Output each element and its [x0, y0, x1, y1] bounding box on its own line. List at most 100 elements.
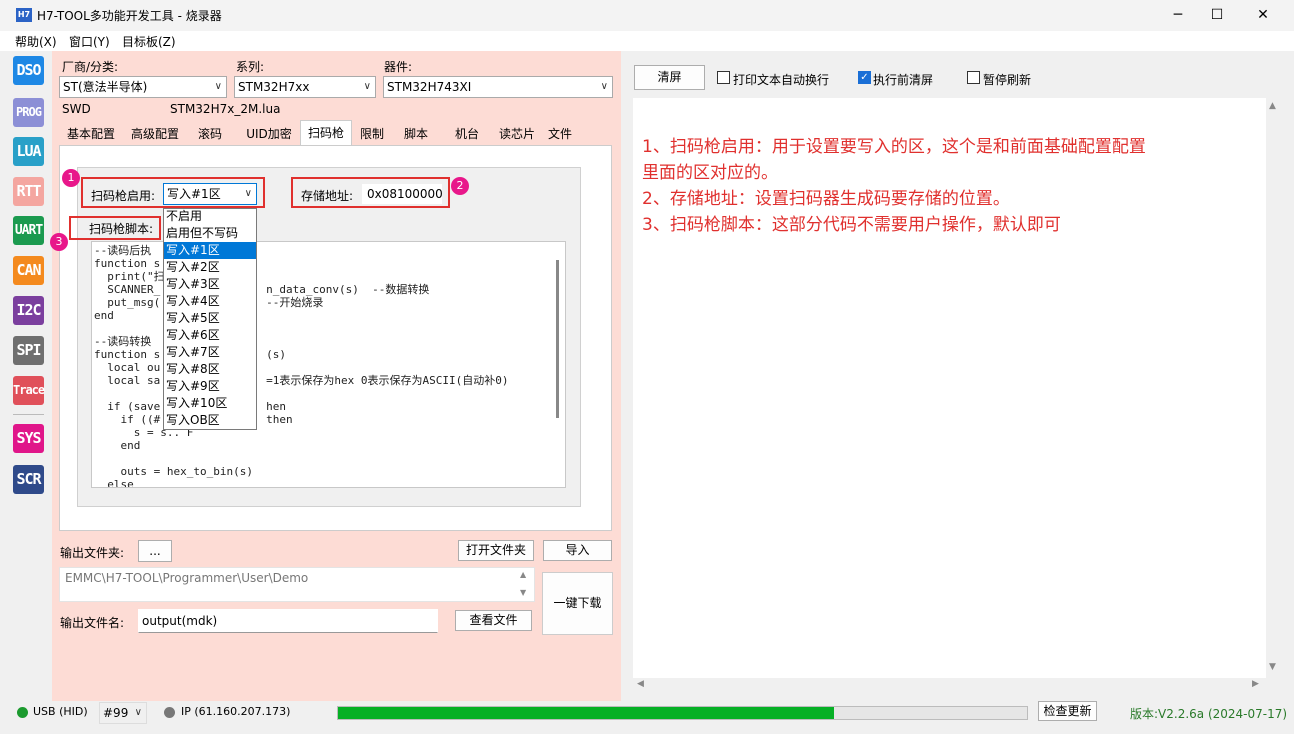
sidebar-dso-button[interactable]: DSO: [13, 56, 44, 85]
tab-basic-config[interactable]: 基本配置: [60, 123, 122, 145]
sidebar-divider: [13, 414, 44, 415]
tab-rolling-code[interactable]: 滚码: [189, 123, 231, 145]
log-vertical-scrollbar[interactable]: [1268, 98, 1286, 678]
dropdown-option[interactable]: 写入#3区: [164, 276, 256, 293]
badge-3: 3: [50, 233, 68, 251]
pause-refresh-checkbox[interactable]: [967, 71, 980, 84]
dropdown-option-selected[interactable]: 写入#1区: [164, 242, 256, 259]
script-scrollbar[interactable]: [556, 260, 559, 418]
chevron-down-icon: ∨: [244, 188, 252, 199]
chevron-down-icon: ∨: [363, 81, 371, 92]
sidebar-dso-label: DSO: [16, 61, 41, 79]
log-horizontal-scrollbar[interactable]: [633, 678, 1266, 694]
chevron-down-icon: ∨: [214, 81, 222, 92]
menu-window[interactable]: 窗口(Y): [69, 33, 110, 50]
scanner-enable-select[interactable]: 写入#1区 ∨: [163, 183, 257, 205]
port-select[interactable]: #99 ∨: [99, 702, 147, 724]
scroll-down-icon[interactable]: ▼: [520, 588, 526, 597]
sidebar-rtt-button[interactable]: RTT: [13, 177, 44, 206]
storage-address-label: 存储地址:: [301, 189, 354, 203]
sidebar-spi-button[interactable]: SPI: [13, 336, 44, 365]
sidebar-i2c-button[interactable]: I2C: [13, 296, 44, 325]
sidebar-sys-button[interactable]: SYS: [13, 424, 44, 453]
view-file-button[interactable]: 查看文件: [455, 610, 532, 631]
chevron-down-icon: ∨: [600, 81, 608, 92]
sidebar-uart-label: UART: [14, 223, 43, 238]
sidebar-prog-button[interactable]: PROG: [13, 98, 44, 127]
sidebar-lua-button[interactable]: LUA: [13, 137, 44, 166]
tab-script[interactable]: 脚本: [396, 123, 436, 145]
sidebar-scr-label: SCR: [16, 470, 41, 488]
sidebar-uart-button[interactable]: UART: [13, 216, 44, 245]
scroll-right-icon[interactable]: ▶: [1252, 679, 1259, 689]
dropdown-option[interactable]: 写入OB区: [164, 412, 256, 429]
note-line: 1、扫码枪启用：用于设置要写入的区，这个是和前面基础配置配置: [642, 137, 1146, 157]
close-button[interactable]: ✕: [1240, 0, 1286, 31]
tab-file[interactable]: 文件: [542, 123, 578, 145]
import-button[interactable]: 导入: [543, 540, 612, 561]
progress-fill: [338, 707, 834, 719]
auto-wrap-label: 打印文本自动换行: [733, 73, 830, 87]
port-value: #99: [103, 706, 129, 720]
dropdown-option[interactable]: 启用但不写码: [164, 225, 256, 242]
scroll-left-icon[interactable]: ◀: [637, 679, 644, 689]
scroll-up-icon[interactable]: ▲: [520, 570, 526, 579]
check-update-button[interactable]: 检查更新: [1038, 701, 1097, 721]
dropdown-option[interactable]: 写入#6区: [164, 327, 256, 344]
storage-address-input[interactable]: 0x08100000: [362, 184, 443, 204]
clear-before-run-label: 执行前清屏: [873, 73, 934, 87]
tab-limit[interactable]: 限制: [354, 123, 390, 145]
tab-advanced-config[interactable]: 高级配置: [124, 123, 186, 145]
sidebar-can-label: CAN: [16, 261, 41, 279]
sidebar-i2c-label: I2C: [16, 301, 41, 319]
chevron-down-icon: ∨: [134, 707, 142, 718]
open-folder-button[interactable]: 打开文件夹: [458, 540, 534, 561]
window-title: H7-TOOL多功能开发工具 - 烧录器: [37, 9, 222, 23]
dropdown-option[interactable]: 写入#2区: [164, 259, 256, 276]
tab-read-chip[interactable]: 读芯片: [494, 123, 540, 145]
scanner-enable-value: 写入#1区: [167, 187, 221, 201]
note-line: 3、扫码枪脚本：这部分代码不需要用户操作，默认即可: [642, 215, 1061, 235]
tab-scanner[interactable]: 扫码枪: [300, 120, 352, 146]
note-line: 2、存储地址：设置扫码器生成码要存储的位置。: [642, 189, 1010, 209]
scroll-down-icon[interactable]: ▼: [1269, 662, 1276, 672]
lua-file-label: STM32H7x_2M.lua: [170, 102, 281, 116]
browse-folder-button[interactable]: ...: [138, 540, 172, 562]
app-logo-icon: H7: [16, 8, 32, 22]
dropdown-option[interactable]: 写入#7区: [164, 344, 256, 361]
menu-help[interactable]: 帮助(X): [15, 33, 57, 50]
sidebar-trace-button[interactable]: Trace: [13, 376, 45, 405]
badge-2: 2: [451, 177, 469, 195]
tab-uid-encrypt[interactable]: UID加密: [238, 123, 300, 145]
sidebar-scr-button[interactable]: SCR: [13, 465, 44, 494]
note-line: 里面的区对应的。: [642, 163, 778, 183]
vendor-select[interactable]: ST(意法半导体) ∨: [59, 76, 227, 98]
dropdown-option[interactable]: 写入#5区: [164, 310, 256, 327]
scanner-enable-label: 扫码枪启用:: [91, 189, 156, 203]
annotation-notes: 1、扫码枪启用：用于设置要写入的区，这个是和前面基础配置配置 里面的区对应的。 …: [642, 134, 1146, 238]
clear-screen-button[interactable]: 清屏: [634, 65, 705, 90]
series-select[interactable]: STM32H7xx ∨: [234, 76, 376, 98]
output-path-field[interactable]: EMMC\H7-TOOL\Programmer\User\Demo: [59, 567, 535, 602]
menu-target-board[interactable]: 目标板(Z): [122, 33, 176, 50]
tab-machine[interactable]: 机台: [446, 123, 488, 145]
device-value: STM32H743XI: [387, 80, 472, 94]
version-label: 版本:V2.2.6a (2024-07-17): [1130, 707, 1288, 721]
sidebar-can-button[interactable]: CAN: [13, 256, 44, 285]
dropdown-option[interactable]: 写入#9区: [164, 378, 256, 395]
one-click-download-button[interactable]: 一键下载: [542, 572, 613, 635]
dropdown-option[interactable]: 写入#10区: [164, 395, 256, 412]
sidebar-rtt-label: RTT: [16, 182, 41, 200]
scroll-up-icon[interactable]: ▲: [1269, 101, 1276, 111]
device-select[interactable]: STM32H743XI ∨: [383, 76, 613, 98]
ip-status-icon: [164, 707, 175, 718]
dropdown-option[interactable]: 写入#4区: [164, 293, 256, 310]
clear-before-run-checkbox[interactable]: ✓: [858, 71, 871, 84]
sidebar-lua-label: LUA: [16, 142, 41, 160]
scanner-script-label: 扫码枪脚本:: [89, 222, 154, 236]
dropdown-option[interactable]: 不启用: [164, 208, 256, 225]
auto-wrap-checkbox[interactable]: [717, 71, 730, 84]
maximize-button[interactable]: ☐: [1194, 0, 1240, 31]
output-name-input[interactable]: output(mdk): [138, 609, 438, 633]
dropdown-option[interactable]: 写入#8区: [164, 361, 256, 378]
